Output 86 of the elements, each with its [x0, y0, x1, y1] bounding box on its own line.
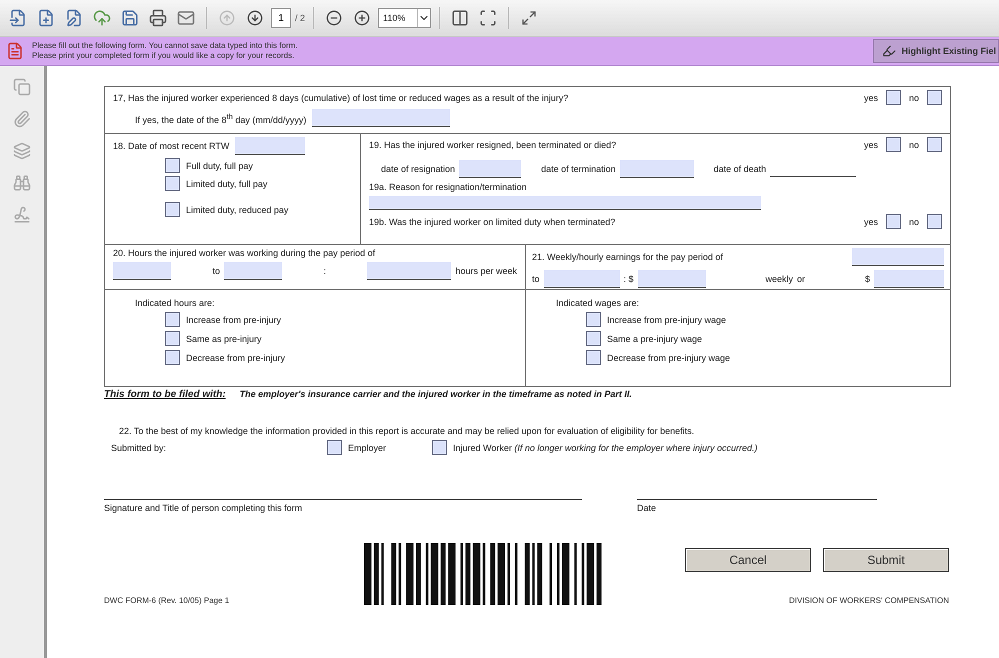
- option-label: Limited duty, full pay: [186, 178, 268, 188]
- question-text: 19. Has the injured worker resigned, been terminated or died?: [369, 140, 616, 150]
- option-label: Employer: [348, 442, 386, 452]
- checkbox[interactable]: [886, 137, 901, 152]
- label: hours per week: [455, 266, 517, 276]
- option-label: Same as pre-injury: [186, 334, 262, 344]
- checkbox[interactable]: [327, 440, 342, 455]
- signature-line: Date: [637, 499, 877, 513]
- page-count: / 2: [295, 13, 306, 23]
- date-field[interactable]: [113, 262, 171, 280]
- checkbox[interactable]: [886, 214, 901, 229]
- submit-button[interactable]: Submit: [823, 548, 949, 572]
- label: Indicated hours are:: [135, 298, 216, 308]
- reason-field[interactable]: [369, 196, 761, 210]
- checkbox[interactable]: [586, 312, 601, 327]
- option-label: yes: [864, 140, 878, 150]
- amount-field[interactable]: [638, 270, 706, 288]
- checkbox[interactable]: [165, 350, 180, 365]
- notice-text: Please fill out the following form. You cannot save data typed into this form.: [32, 41, 298, 51]
- form-icon: [6, 42, 24, 60]
- filing-label: This form to be filed with:: [104, 389, 226, 400]
- checkbox[interactable]: [165, 331, 180, 346]
- checkbox[interactable]: [432, 440, 448, 455]
- label: Submitted by:: [111, 442, 168, 452]
- option-label: Decrease from pre-injury: [186, 352, 286, 362]
- notice-text: Please print your completed form if you would like a copy for your records.: [32, 51, 296, 61]
- checkbox[interactable]: [165, 202, 180, 217]
- highlighter-icon: [882, 44, 896, 58]
- date-field[interactable]: [544, 270, 620, 288]
- option-label: yes: [864, 216, 878, 226]
- cancel-button[interactable]: Cancel: [685, 548, 811, 572]
- label: weekly: [766, 274, 794, 284]
- option-label: Limited duty, reduced pay: [186, 204, 288, 214]
- date-field[interactable]: [235, 137, 306, 155]
- checkbox[interactable]: [586, 350, 601, 365]
- option-label: Increase from pre-injury: [186, 314, 282, 324]
- filing-text: The employer's insurance carrier and the injured worker in the timeframe as noted in Part II.: [240, 389, 632, 399]
- date-field[interactable]: [459, 160, 522, 178]
- option-label: yes: [864, 92, 878, 102]
- option-label: no: [908, 92, 919, 102]
- checkbox[interactable]: [586, 331, 601, 346]
- label: to: [212, 266, 220, 276]
- label: date of termination: [541, 164, 616, 174]
- label: If yes, the date of the 8$^{th}$ day (mm/dd/yyyy): [135, 112, 306, 124]
- paperclip-icon[interactable]: [13, 110, 31, 128]
- option-label: Injured Worker (If no longer working for the employer where injury occurred.): [453, 442, 758, 452]
- checkbox[interactable]: [927, 137, 942, 152]
- date-field[interactable]: [312, 109, 450, 127]
- form-id-text: DWC FORM-6 (Rev. 10/05) Page 1: [104, 596, 230, 605]
- option-label: Increase from pre-injury wage: [607, 314, 726, 324]
- date-field[interactable]: [852, 248, 944, 266]
- option-label: no: [908, 140, 919, 150]
- option-label: Full duty, full pay: [186, 160, 253, 170]
- label: : $: [624, 274, 634, 284]
- division-text: DIVISION OF WORKERS' COMPENSATION: [788, 596, 949, 605]
- checkbox[interactable]: [165, 312, 180, 327]
- question-text: 19b. Was the injured worker on limited duty when terminated?: [369, 216, 616, 226]
- question-text: 21. Weekly/hourly earnings for the pay period of: [532, 252, 723, 262]
- declaration-text: 22. To the best of my knowledge the information provided in this report is accurate and may be relied upon for evaluation of eligibility for benefits.: [119, 426, 696, 436]
- label: date of resignation: [381, 164, 456, 174]
- option-label: no: [908, 216, 919, 226]
- label: to: [532, 274, 540, 284]
- question-text: 20. Hours the injured worker was working during the pay period of: [113, 248, 376, 258]
- zoom-dropdown[interactable]: 110%: [378, 8, 432, 28]
- page-field[interactable]: 1: [271, 8, 291, 28]
- label: or: [797, 274, 806, 284]
- label: :: [323, 266, 326, 276]
- checkbox[interactable]: [886, 90, 901, 105]
- date-field[interactable]: [620, 160, 694, 178]
- checkbox[interactable]: [165, 176, 180, 191]
- option-label: Decrease from pre-injury wage: [607, 352, 730, 362]
- hours-field[interactable]: [367, 262, 452, 280]
- date-field[interactable]: [224, 262, 282, 280]
- checkbox[interactable]: [927, 214, 942, 229]
- label: $: [865, 274, 870, 284]
- label: Indicated wages are:: [556, 298, 640, 308]
- amount-field[interactable]: [874, 270, 944, 288]
- label: 18. Date of most recent RTW: [113, 141, 230, 151]
- label: 19a. Reason for resignation/termination: [369, 182, 528, 192]
- question-text: 17, Has the injured worker experienced 8 days (cumulative) of lost time or reduced wages as a result of the injury?: [113, 92, 568, 102]
- highlight-fields-button[interactable]: Highlight Existing Fiel: [872, 39, 999, 63]
- option-label: Same a pre-injury wage: [607, 334, 702, 344]
- label: date of death: [714, 164, 766, 174]
- signature-line: Signature and Title of person completing this form: [104, 499, 582, 513]
- checkbox[interactable]: [927, 90, 942, 105]
- checkbox[interactable]: [165, 158, 180, 173]
